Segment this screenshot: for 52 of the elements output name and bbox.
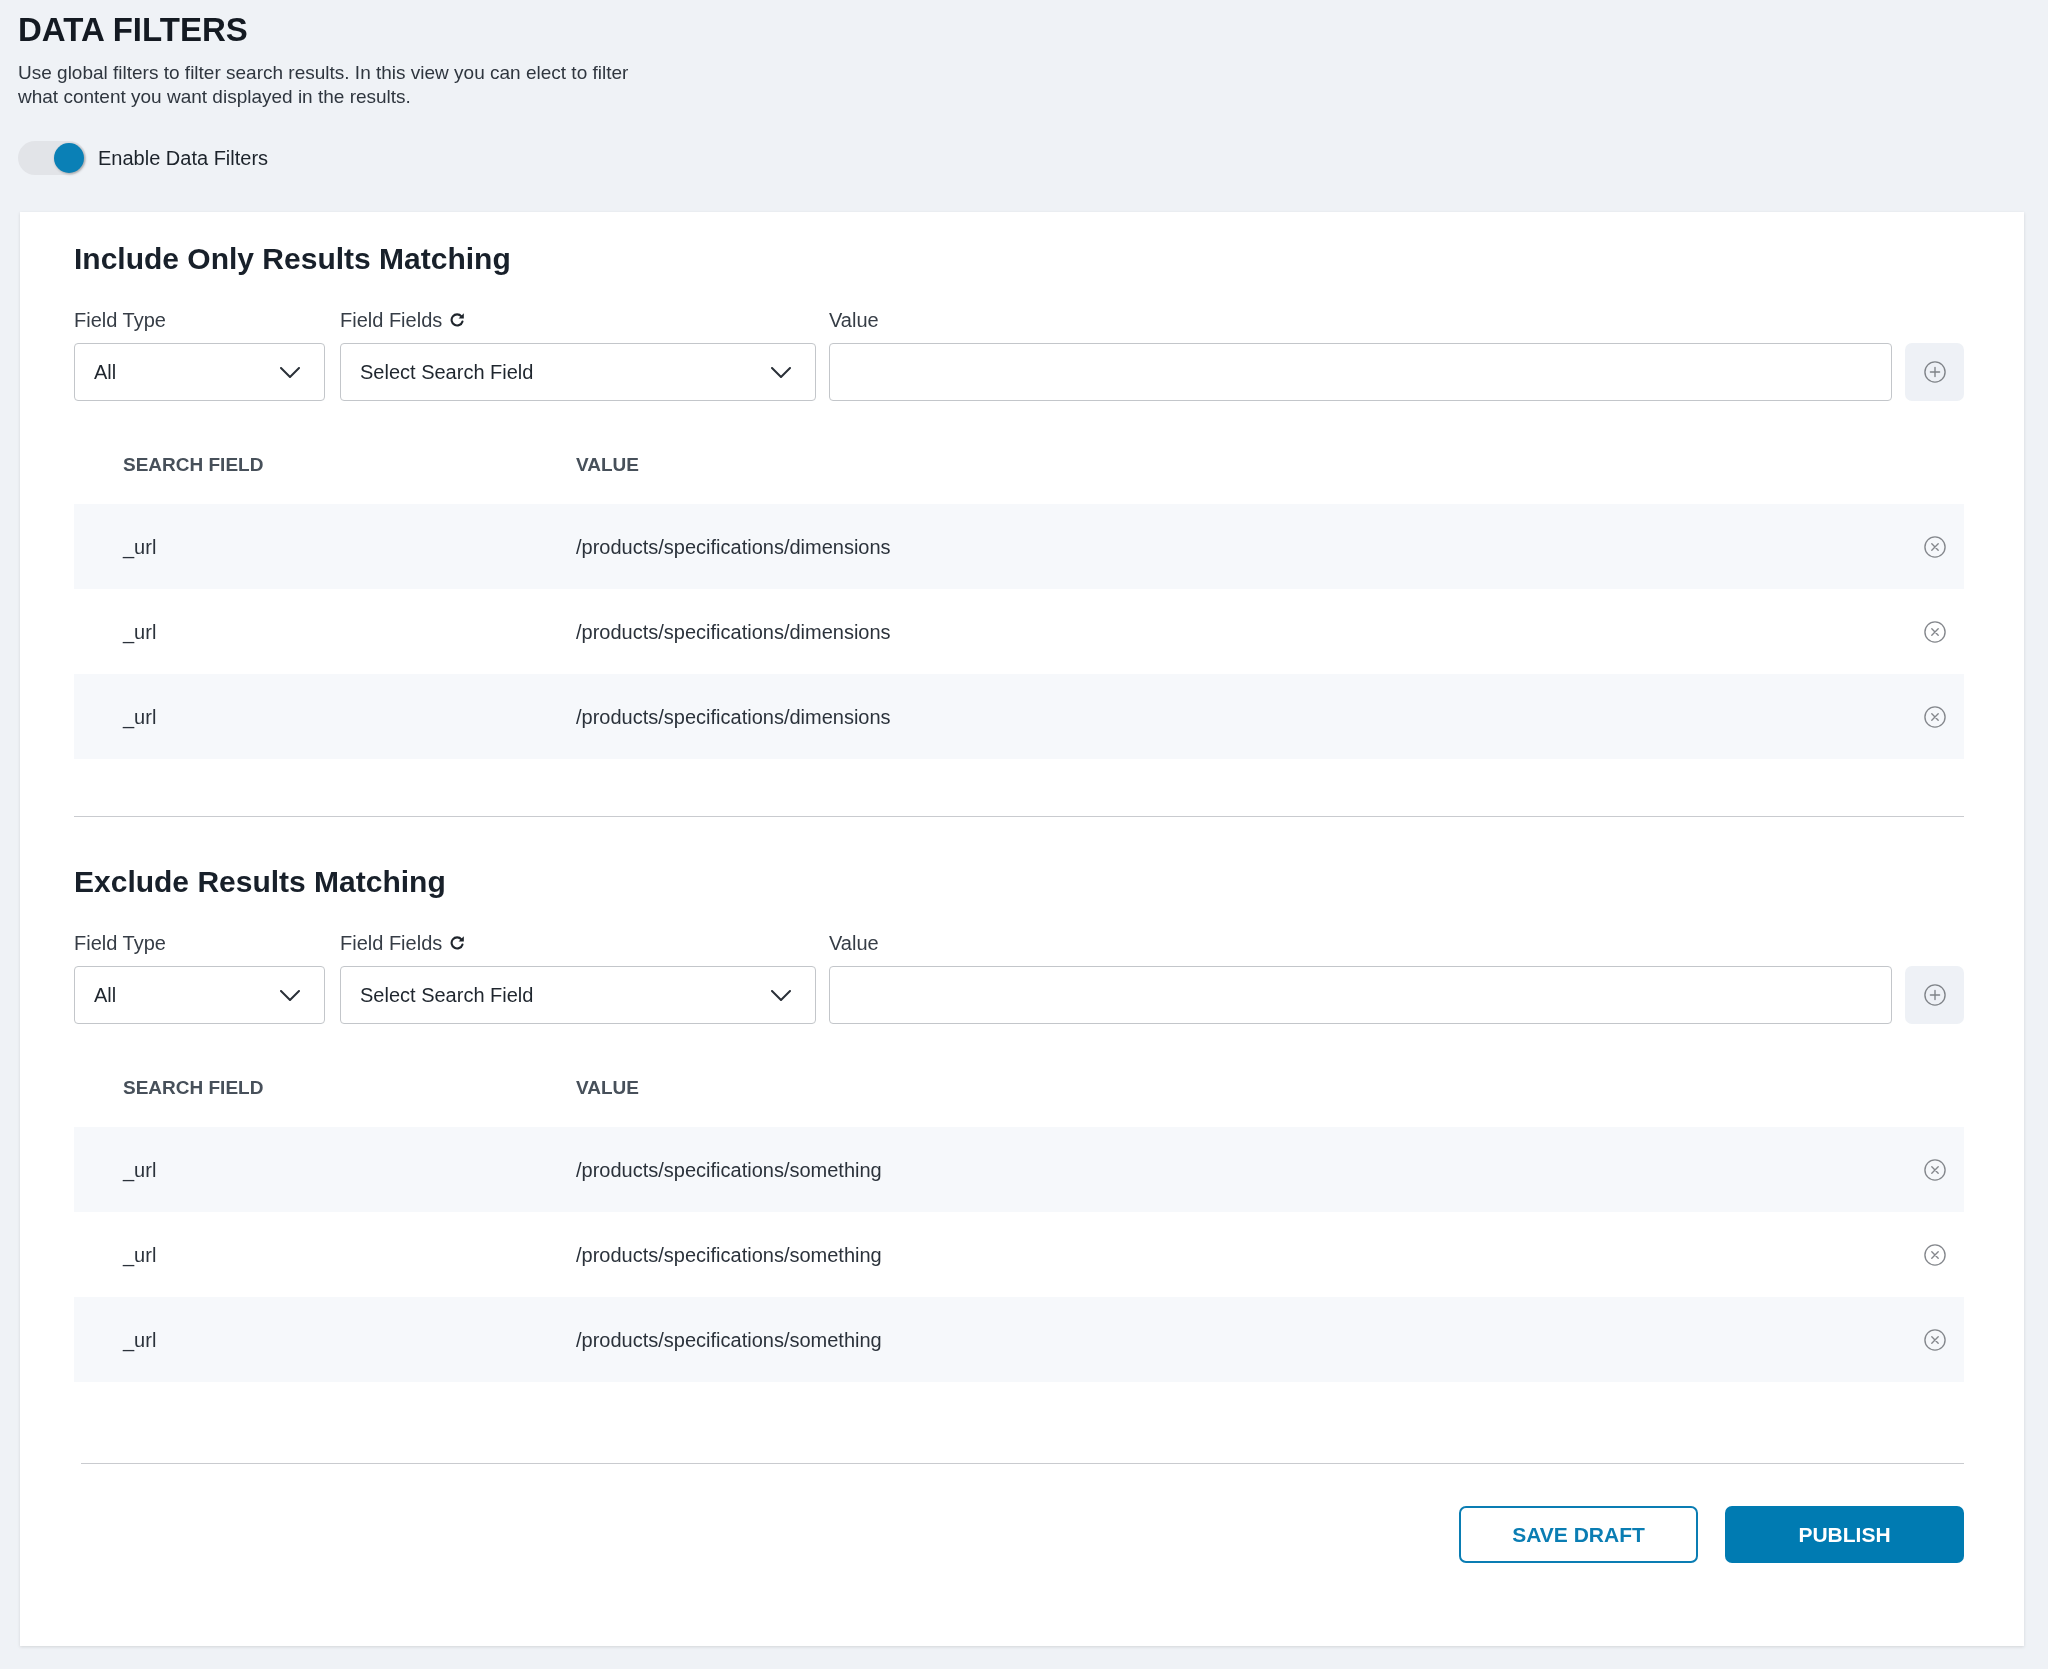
field-label: Value: [829, 931, 879, 955]
table-cell: /products/specifications/something: [576, 1327, 882, 1352]
dropdown[interactable]: All: [74, 966, 325, 1024]
column-header: VALUE: [576, 1076, 639, 1100]
plus-circle-icon: [1923, 361, 1946, 383]
table-cell: /products/specifications/something: [576, 1242, 882, 1267]
table-cell: _url: [123, 1327, 157, 1352]
close-icon[interactable]: [1924, 705, 1946, 728]
field-label: Value: [829, 308, 879, 332]
section-heading: Exclude Results Matching: [74, 864, 446, 900]
dropdown[interactable]: Select Search Field: [340, 966, 816, 1024]
chevron-down-icon: [280, 989, 300, 1001]
table-cell: _url: [123, 1242, 157, 1267]
table-cell: _url: [123, 534, 157, 559]
close-icon[interactable]: [1924, 535, 1946, 558]
dropdown[interactable]: All: [74, 343, 325, 401]
field-label: Field Fields: [340, 308, 443, 332]
add-button[interactable]: [1905, 966, 1964, 1024]
outline-button[interactable]: SAVE DRAFT: [1459, 1506, 1698, 1563]
table-cell: _url: [123, 1157, 157, 1182]
toggle-switch[interactable]: [18, 141, 86, 175]
column-header: SEARCH FIELD: [123, 1076, 264, 1100]
value-input[interactable]: [829, 966, 1892, 1024]
field-label: Field Type: [74, 931, 166, 955]
dropdown[interactable]: Select Search Field: [340, 343, 816, 401]
chevron-down-icon: [771, 366, 791, 378]
add-button[interactable]: [1905, 343, 1964, 401]
refresh-icon[interactable]: [450, 936, 465, 950]
value-input[interactable]: [829, 343, 1892, 401]
section-heading: Include Only Results Matching: [74, 241, 511, 277]
close-icon[interactable]: [1924, 1243, 1946, 1266]
description-text: Use global filters to filter search results. In this view you can elect to filter what content you want displayed in the results.: [18, 61, 630, 109]
close-icon[interactable]: [1924, 620, 1946, 643]
chevron-down-icon: [771, 989, 791, 1001]
table-cell: /products/specifications/dimensions: [576, 534, 891, 559]
field-label: Field Type: [74, 308, 166, 332]
primary-button[interactable]: PUBLISH: [1725, 1506, 1964, 1563]
close-icon[interactable]: [1924, 1328, 1946, 1351]
column-header: SEARCH FIELD: [123, 453, 264, 477]
chevron-down-icon: [280, 366, 300, 378]
toggle-label: Enable Data Filters: [98, 146, 269, 170]
table-cell: /products/specifications/dimensions: [576, 704, 891, 729]
close-icon[interactable]: [1924, 1158, 1946, 1181]
table-cell: _url: [123, 619, 157, 644]
refresh-icon[interactable]: [450, 313, 465, 327]
page-title: DATA FILTERS: [18, 10, 248, 50]
plus-circle-icon: [1923, 984, 1946, 1006]
field-label: Field Fields: [340, 931, 443, 955]
table-cell: _url: [123, 704, 157, 729]
table-cell: /products/specifications/something: [576, 1157, 882, 1182]
table-cell: /products/specifications/dimensions: [576, 619, 891, 644]
column-header: VALUE: [576, 453, 639, 477]
